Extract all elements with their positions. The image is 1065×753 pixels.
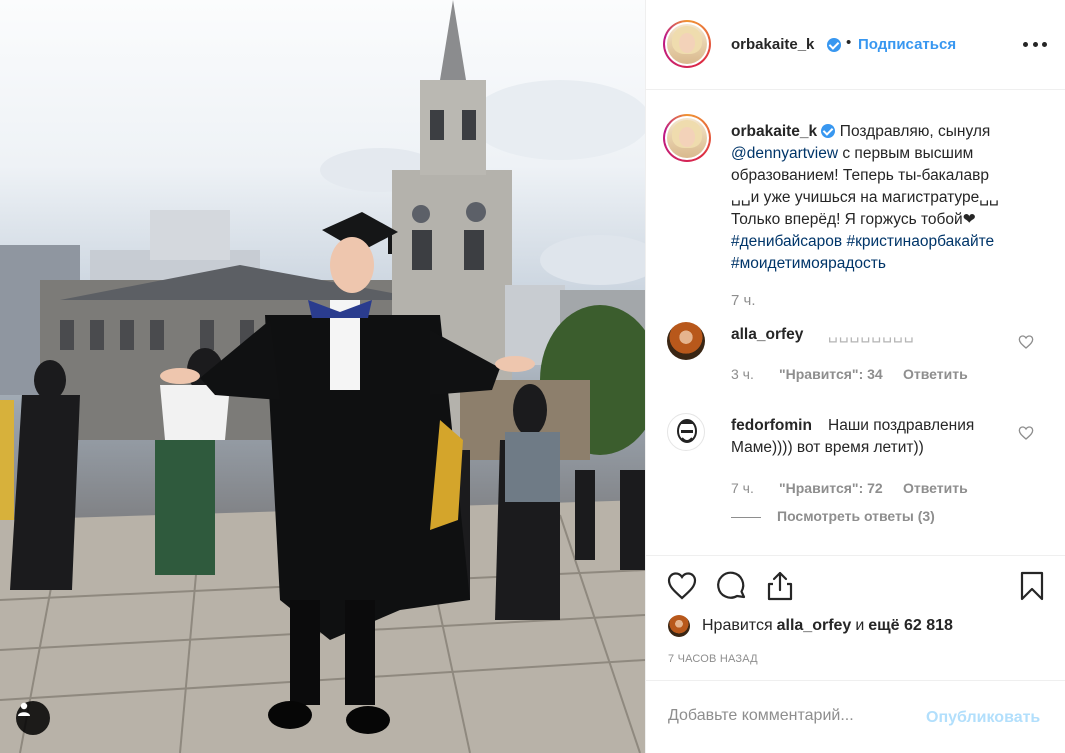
comment-avatar[interactable] xyxy=(667,413,705,451)
caption-verified-icon xyxy=(821,124,836,138)
follow-button[interactable]: Подписаться xyxy=(858,36,956,53)
bookmark-icon[interactable] xyxy=(1016,570,1048,602)
caption-author-username[interactable]: orbakaite_k xyxy=(731,123,817,140)
author-username[interactable]: orbakaite_k xyxy=(731,36,814,53)
liked-by-middle: и xyxy=(855,617,865,634)
caption-line-3: образованием! Теперь ты-бакалавр xyxy=(731,167,989,184)
caption-line-5: Только вперёд! Я горжусь тобой❤ xyxy=(731,211,976,228)
caption-author-avatar[interactable] xyxy=(663,114,711,162)
comment-like-icon[interactable] xyxy=(1018,334,1034,350)
replies-divider xyxy=(731,516,761,518)
comment-icon[interactable] xyxy=(716,570,748,602)
share-icon[interactable] xyxy=(764,570,796,602)
user-icon xyxy=(18,702,30,716)
comment-text: Наши поздравления xyxy=(828,417,975,434)
view-replies-label: Посмотреть ответы (3) xyxy=(777,508,935,524)
liked-by: Нравится alla_orfey и ещё 62 818 xyxy=(668,615,953,637)
heart-icon[interactable] xyxy=(666,570,698,602)
comment-username[interactable]: fedorfomin xyxy=(731,417,812,435)
view-replies-button[interactable]: Посмотреть ответы (3) xyxy=(731,508,935,524)
liker-avatar[interactable] xyxy=(668,615,690,637)
hashtag-link[interactable]: #денибайсаров #кристинаорбакайте xyxy=(731,231,1051,253)
liked-by-user[interactable]: alla_orfey xyxy=(777,617,852,635)
caption-line-2: с первым высшим xyxy=(838,145,974,162)
comment-like-icon[interactable] xyxy=(1018,425,1034,441)
post-header: orbakaite_k • Подписаться xyxy=(646,0,1065,90)
separator-dot: • xyxy=(846,34,852,51)
likes-count[interactable]: ещё 62 818 xyxy=(868,617,953,635)
graduation-photo xyxy=(0,0,645,753)
author-avatar[interactable] xyxy=(663,20,711,68)
comment-input[interactable] xyxy=(668,707,918,725)
hashtag-link[interactable]: #моидетимоярадость xyxy=(731,253,1051,275)
more-options-icon[interactable] xyxy=(1023,34,1047,54)
comment-likes[interactable]: "Нравится": 34 xyxy=(779,366,883,382)
mention-link[interactable]: @dennyartview xyxy=(731,145,838,162)
face-sketch-icon xyxy=(677,419,697,443)
caption-line-1: Поздравляю, сынуля xyxy=(839,123,991,140)
liked-by-prefix: Нравится xyxy=(702,617,773,634)
reply-button[interactable]: Ответить xyxy=(903,366,968,382)
comment-form: Опубликовать xyxy=(646,680,1065,753)
verified-icon xyxy=(827,38,841,52)
post-photo[interactable] xyxy=(0,0,645,753)
comment-likes[interactable]: "Нравится": 72 xyxy=(779,480,883,496)
publish-button[interactable]: Опубликовать xyxy=(926,709,1040,727)
tagged-users-button[interactable] xyxy=(16,701,50,735)
caption-time[interactable]: 7 ч. xyxy=(731,292,756,309)
post-side-panel: orbakaite_k • Подписаться orbakaite_k По… xyxy=(645,0,1065,753)
comment-time[interactable]: 3 ч. xyxy=(731,366,754,382)
comment-text: Маме)))) вот время летит)) xyxy=(731,439,924,456)
comment-avatar[interactable] xyxy=(667,322,705,360)
comment-username[interactable]: alla_orfey xyxy=(731,326,803,344)
reply-button[interactable]: Ответить xyxy=(903,480,968,496)
comment-text: ␣␣␣␣␣␣␣␣ xyxy=(828,326,915,343)
comment-time[interactable]: 7 ч. xyxy=(731,480,754,496)
caption-line-4: ␣␣и уже учишься на магистратуре␣␣ xyxy=(731,189,999,206)
post-timestamp[interactable]: 7 ЧАСОВ НАЗАД xyxy=(668,653,758,665)
caption-text: orbakaite_k Поздравляю, сынуля @dennyart… xyxy=(731,121,1051,275)
